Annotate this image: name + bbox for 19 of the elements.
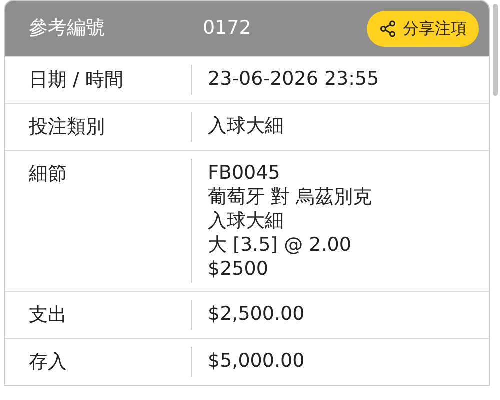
row-value: $2500 xyxy=(208,257,270,281)
scrollbar-thumb[interactable] xyxy=(493,4,498,96)
row-value: 23-06-2026 23:55 xyxy=(208,67,380,91)
row-label: 投注類別 xyxy=(29,116,105,138)
row-value: $2,500.00 xyxy=(208,302,306,326)
row-label: 存入 xyxy=(29,351,67,373)
row-value: 大 [3.5] @ 2.00 xyxy=(208,233,352,257)
row-value: 葡萄牙 對 烏茲別克 xyxy=(208,185,374,209)
row-value: 入球大細 xyxy=(208,209,285,233)
row-label: 細節 xyxy=(29,163,67,185)
row-value: 入球大細 xyxy=(208,114,285,138)
row-label: 日期 / 時間 xyxy=(29,69,124,91)
share-button[interactable]: 分享注項 xyxy=(367,10,479,46)
row-label: 支出 xyxy=(29,304,67,326)
row-value: $5,000.00 xyxy=(208,349,306,373)
row-value: FB0045 xyxy=(208,161,282,185)
reference-number: 0172 xyxy=(203,17,252,40)
share-icon xyxy=(379,20,397,38)
reference-label: 參考編號 xyxy=(29,17,105,40)
